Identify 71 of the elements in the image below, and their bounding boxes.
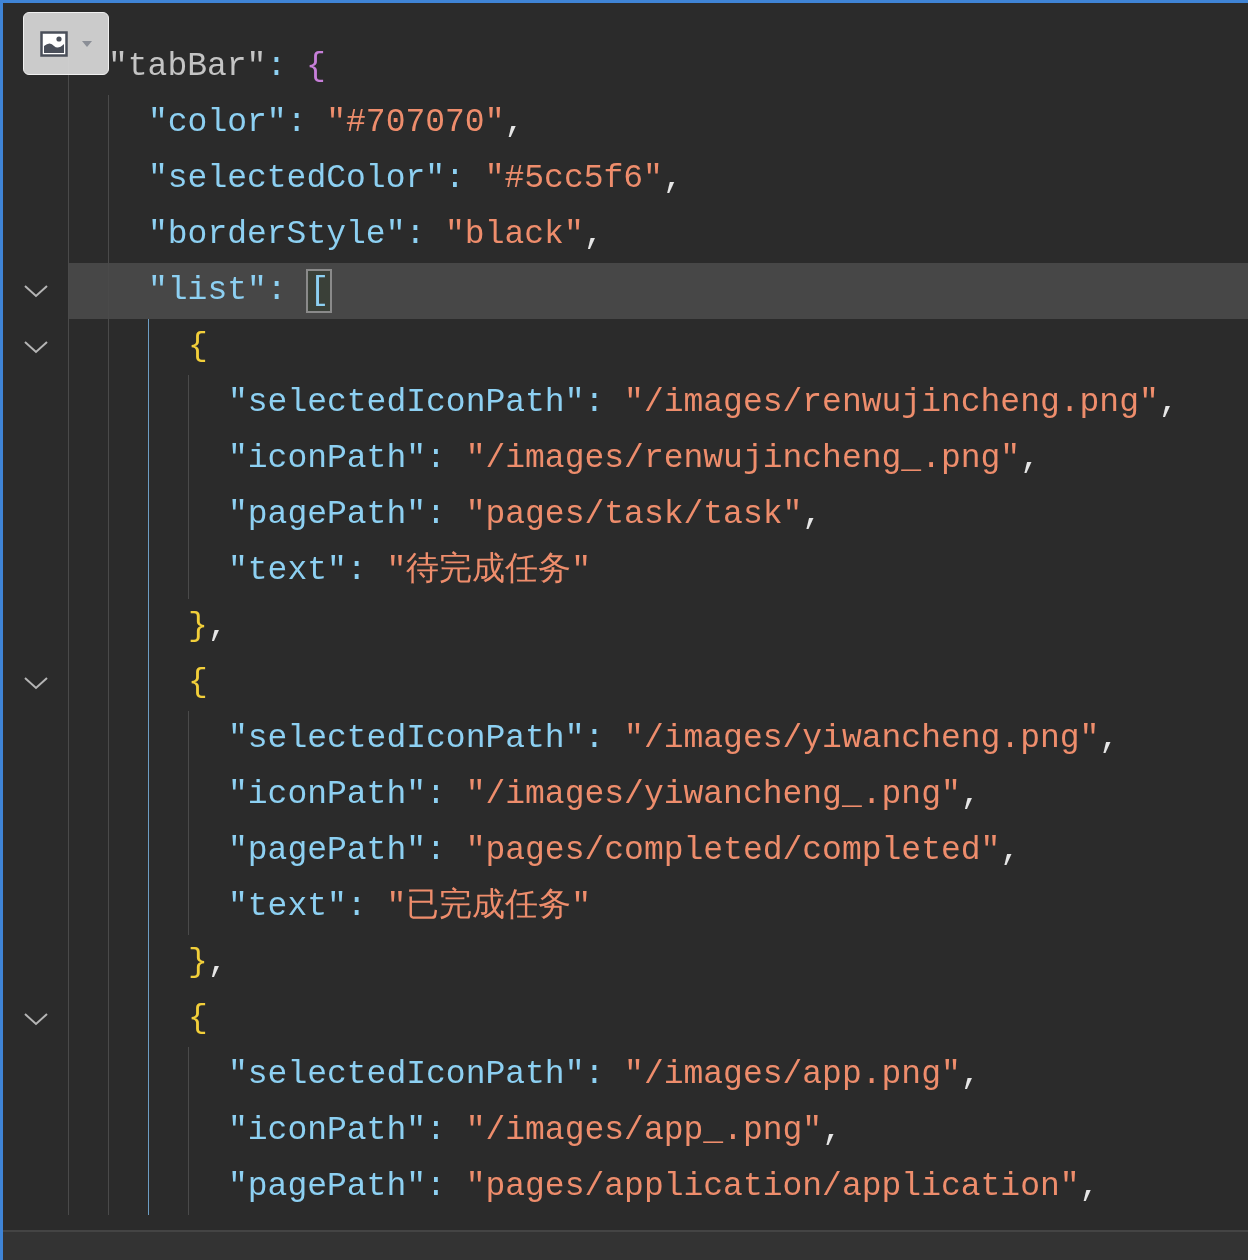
- json-key: "iconPath": [228, 1111, 427, 1151]
- punctuation: :: [266, 271, 287, 311]
- punctuation: ,: [802, 495, 823, 535]
- json-key: "pagePath": [228, 831, 427, 871]
- punctuation: ,: [662, 159, 683, 199]
- json-key: "pagePath": [228, 1167, 427, 1207]
- punctuation: :: [584, 383, 605, 423]
- punctuation: ,: [1099, 719, 1120, 759]
- caret-icon: [82, 40, 92, 47]
- json-key: "selectedIconPath": [228, 719, 585, 759]
- punctuation: :: [286, 103, 307, 143]
- punctuation: ,: [822, 1111, 842, 1151]
- punctuation: :: [445, 159, 465, 199]
- punctuation: ,: [960, 775, 981, 815]
- punctuation: :: [346, 887, 367, 927]
- punctuation: :: [426, 495, 446, 535]
- punctuation: ,: [1079, 1167, 1100, 1207]
- punctuation: ,: [583, 215, 604, 255]
- punctuation: :: [426, 1111, 446, 1151]
- json-string: "/images/renwujincheng.png": [624, 383, 1159, 423]
- image-button[interactable]: [23, 12, 109, 75]
- json-key: "selectedIconPath": [228, 1055, 585, 1095]
- json-string: "black": [445, 215, 584, 255]
- punctuation: :: [346, 551, 367, 591]
- punctuation: :: [426, 439, 446, 479]
- json-key: "selectedColor": [148, 159, 446, 199]
- punctuation: :: [405, 215, 426, 255]
- image-icon: [40, 30, 68, 57]
- brace: {: [188, 999, 208, 1039]
- json-string: "/images/app_.png": [465, 1111, 823, 1151]
- json-key: "pagePath": [228, 495, 427, 535]
- json-key: "color": [148, 103, 287, 143]
- json-key: "borderStyle": [148, 215, 406, 255]
- punctuation: :: [266, 47, 287, 87]
- json-string: "#707070": [326, 103, 505, 143]
- json-key: "selectedIconPath": [228, 383, 585, 423]
- json-string: "/images/yiwancheng_.png": [465, 775, 961, 815]
- json-key: "iconPath": [228, 775, 427, 815]
- punctuation: :: [426, 1167, 446, 1207]
- brace: {: [188, 327, 208, 367]
- punctuation: ,: [1158, 383, 1179, 423]
- json-key: "text": [228, 551, 347, 591]
- brace: }: [188, 943, 208, 983]
- punctuation: :: [584, 719, 605, 759]
- horizontal-scrollbar[interactable]: [3, 1230, 1248, 1260]
- json-string: "pages/task/task": [465, 495, 803, 535]
- punctuation: ,: [960, 1055, 981, 1095]
- punctuation: ,: [1020, 439, 1040, 479]
- punctuation: ,: [504, 103, 525, 143]
- punctuation: :: [584, 1055, 605, 1095]
- punctuation: ,: [1000, 831, 1021, 871]
- json-string: "pages/application/application": [465, 1167, 1080, 1207]
- json-key: "iconPath": [228, 439, 427, 479]
- json-string: "/images/renwujincheng_.png": [465, 439, 1021, 479]
- json-string: "/images/app.png": [624, 1055, 961, 1095]
- brace: }: [188, 607, 208, 647]
- json-string: "待完成任务": [386, 551, 592, 591]
- punctuation: :: [426, 775, 446, 815]
- json-string: "/images/yiwancheng.png": [624, 719, 1100, 759]
- brace: {: [188, 663, 208, 703]
- json-key: "list": [148, 271, 267, 311]
- json-key: "text": [228, 887, 347, 927]
- bracket: [: [306, 269, 333, 313]
- json-string: "pages/completed/completed": [465, 831, 1001, 871]
- punctuation: :: [426, 831, 446, 871]
- json-string: "#5cc5f6": [484, 159, 663, 199]
- json-string: "已完成任务": [386, 887, 592, 927]
- punctuation: ,: [207, 943, 228, 983]
- brace: {: [306, 47, 326, 87]
- json-key: "tabBar": [108, 47, 267, 87]
- punctuation: ,: [207, 607, 228, 647]
